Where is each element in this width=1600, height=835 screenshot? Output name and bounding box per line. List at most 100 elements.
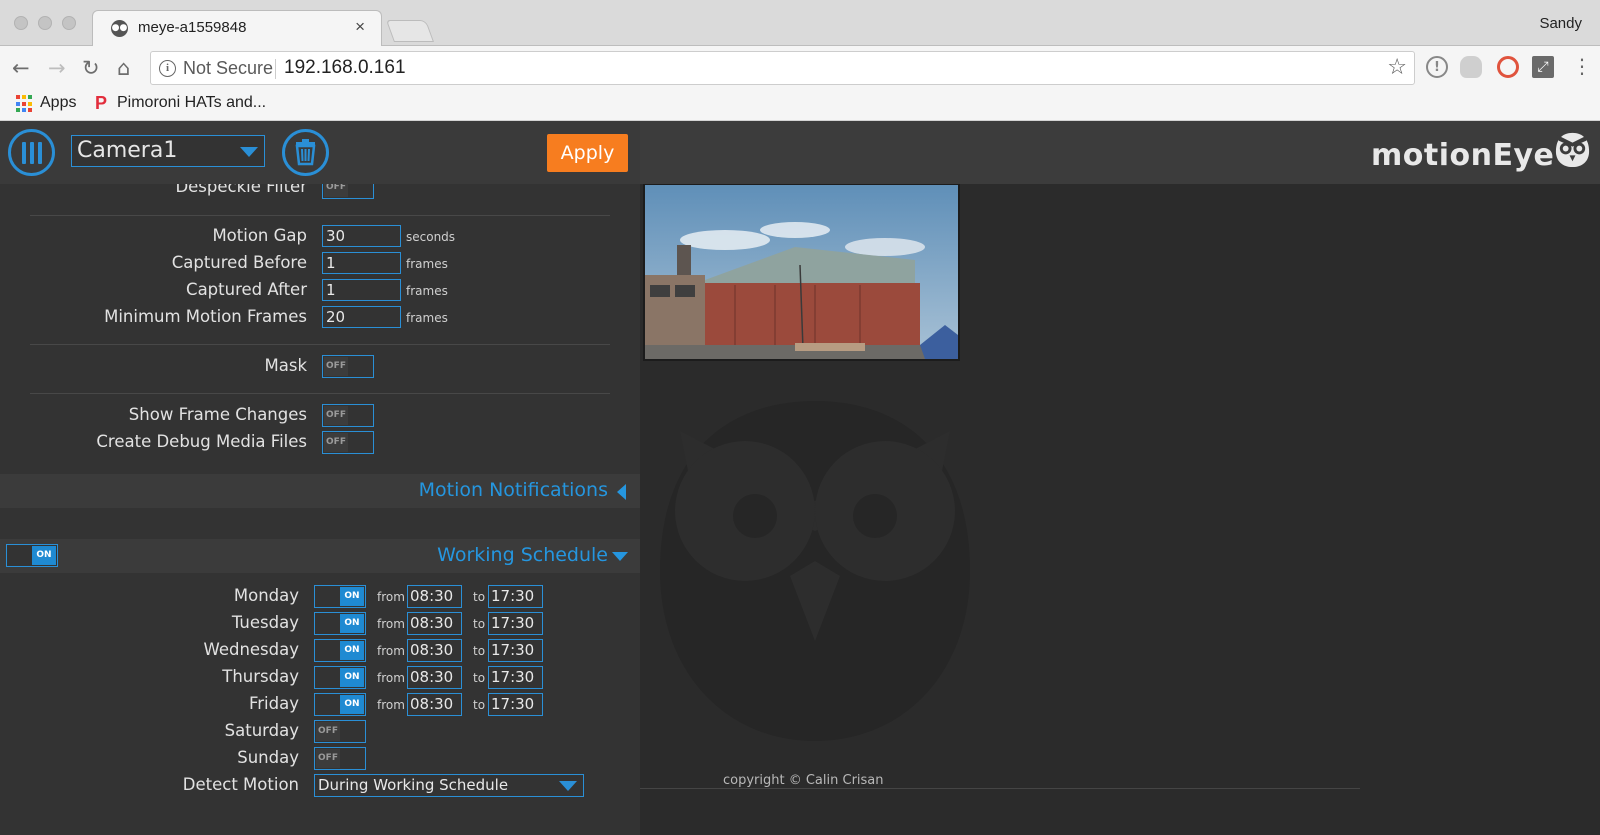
apps-grid-dot (28, 108, 32, 113)
camera-preview-image[interactable] (645, 185, 958, 359)
security-label[interactable]: Not Secure (183, 58, 273, 79)
sunday-toggle[interactable]: OFF (314, 747, 366, 770)
browser-tab[interactable]: ●● meye-a1559848 × (92, 10, 382, 46)
window-minimize-dot[interactable] (38, 16, 52, 30)
bookmark-star-icon[interactable]: ☆ (1387, 55, 1407, 80)
monday-from-input[interactable]: 08:30 (407, 585, 462, 608)
day-label-monday: Monday (233, 586, 299, 605)
mask-toggle[interactable]: OFF (322, 355, 374, 378)
apps-grid-icon[interactable] (16, 95, 34, 113)
working-schedule-toggle[interactable]: ON (6, 544, 58, 567)
pimoroni-icon[interactable]: P (95, 93, 107, 114)
captured-after-unit: frames (406, 284, 448, 298)
brand-logo-text: motionEye (1371, 138, 1555, 173)
menu-bars-icon (22, 142, 42, 164)
window-close-dot[interactable] (14, 16, 28, 30)
thursday-toggle[interactable]: ON (314, 666, 366, 689)
reload-icon[interactable]: ↻ (82, 54, 100, 82)
chevron-down-icon[interactable] (559, 781, 577, 791)
from-label: from (377, 644, 405, 658)
chevron-down-icon[interactable] (240, 147, 258, 157)
profile-name[interactable]: Sandy (1539, 15, 1582, 32)
toggle-state: ON (340, 695, 364, 714)
owl-watermark-icon (660, 401, 970, 741)
friday-toggle[interactable]: ON (314, 693, 366, 716)
create-debug-media-toggle[interactable]: OFF (322, 431, 374, 454)
day-label-friday: Friday (248, 694, 299, 713)
saturday-toggle[interactable]: OFF (314, 720, 366, 743)
owl-logo-icon (1555, 132, 1590, 168)
day-label-sunday: Sunday (237, 748, 299, 767)
min-motion-frames-input[interactable]: 20 (322, 306, 401, 328)
friday-from-input[interactable]: 08:30 (407, 693, 462, 716)
info-icon[interactable]: i (159, 60, 176, 77)
day-label-wednesday: Wednesday (203, 640, 299, 659)
extension-expand-icon[interactable]: ⤢ (1532, 56, 1554, 78)
monday-to-input[interactable]: 17:30 (488, 585, 543, 608)
captured-before-unit: frames (406, 257, 448, 271)
apps-grid-dot (22, 95, 26, 99)
thursday-from-input[interactable]: 08:30 (407, 666, 462, 689)
camera-select-value: Camera1 (77, 138, 178, 163)
camera-frame[interactable] (643, 183, 960, 361)
trash-icon (295, 139, 316, 166)
to-label: to (473, 671, 486, 685)
day-label-tuesday: Tuesday (231, 613, 299, 632)
show-frame-changes-toggle[interactable]: OFF (322, 404, 374, 427)
footer-divider (640, 788, 1360, 789)
url-text[interactable]: 192.168.0.161 (284, 57, 406, 79)
monday-toggle[interactable]: ON (314, 585, 366, 608)
to-label: to (473, 698, 486, 712)
min-motion-frames-label: Minimum Motion Frames (104, 307, 307, 326)
detect-motion-select[interactable]: During Working Schedule (314, 774, 584, 797)
captured-after-input[interactable]: 1 (322, 279, 401, 301)
wednesday-from-input[interactable]: 08:30 (407, 639, 462, 662)
tab-close-icon[interactable]: × (355, 17, 365, 37)
menu-toggle-button[interactable] (8, 129, 55, 176)
motion-gap-unit: seconds (406, 230, 456, 244)
tuesday-from-input[interactable]: 08:30 (407, 612, 462, 635)
browser-tab-bar: ●● meye-a1559848 × Sandy (0, 0, 1600, 46)
captured-before-label: Captured Before (171, 253, 307, 272)
extension-info-icon[interactable]: ! (1426, 56, 1448, 78)
browser-menu-icon[interactable]: ⋮ (1572, 54, 1592, 78)
min-motion-frames-unit: frames (406, 311, 448, 325)
tuesday-toggle[interactable]: ON (314, 612, 366, 635)
friday-to-input[interactable]: 17:30 (488, 693, 543, 716)
expanded-arrow-icon[interactable] (612, 552, 628, 561)
collapsed-arrow-icon[interactable] (617, 484, 626, 500)
working-schedule-header[interactable]: ON Working Schedule (0, 539, 640, 573)
delete-camera-button[interactable] (282, 129, 329, 176)
window-zoom-dot[interactable] (62, 16, 76, 30)
motion-notifications-header[interactable]: Motion Notifications (0, 474, 640, 508)
apps-grid-dot (16, 108, 20, 113)
back-arrow-icon[interactable]: ← (12, 54, 30, 82)
settings-panel: Despeckle Filter OFF Motion Gap 30 secon… (0, 121, 640, 835)
bookmark-pimoroni[interactable]: Pimoroni HATs and... (117, 94, 266, 112)
extension-cloud-icon[interactable] (1460, 56, 1482, 78)
home-icon[interactable]: ⌂ (117, 54, 130, 82)
motion-gap-input[interactable]: 30 (322, 225, 401, 247)
camera-select[interactable]: Camera1 (71, 135, 265, 167)
tuesday-to-input[interactable]: 17:30 (488, 612, 543, 635)
captured-before-input[interactable]: 1 (322, 252, 401, 274)
from-label: from (377, 671, 405, 685)
toggle-state: OFF (316, 722, 340, 741)
motion-notifications-title[interactable]: Motion Notifications (419, 479, 608, 501)
address-bar[interactable]: i Not Secure 192.168.0.161 ☆ (150, 51, 1415, 85)
bookmark-apps[interactable]: Apps (40, 94, 76, 112)
working-schedule-title[interactable]: Working Schedule (437, 544, 608, 566)
forward-arrow-icon[interactable]: → (48, 54, 66, 82)
wednesday-toggle[interactable]: ON (314, 639, 366, 662)
apps-grid-dot (16, 101, 20, 106)
new-tab-button[interactable] (385, 20, 435, 42)
from-label: from (377, 698, 405, 712)
detect-motion-label: Detect Motion (182, 775, 299, 794)
apply-button[interactable]: Apply (547, 134, 628, 172)
thursday-to-input[interactable]: 17:30 (488, 666, 543, 689)
toggle-state: ON (340, 614, 364, 633)
extension-opera-icon[interactable] (1497, 56, 1519, 78)
day-label-saturday: Saturday (224, 721, 299, 740)
wednesday-to-input[interactable]: 17:30 (488, 639, 543, 662)
toggle-state: OFF (324, 433, 348, 452)
